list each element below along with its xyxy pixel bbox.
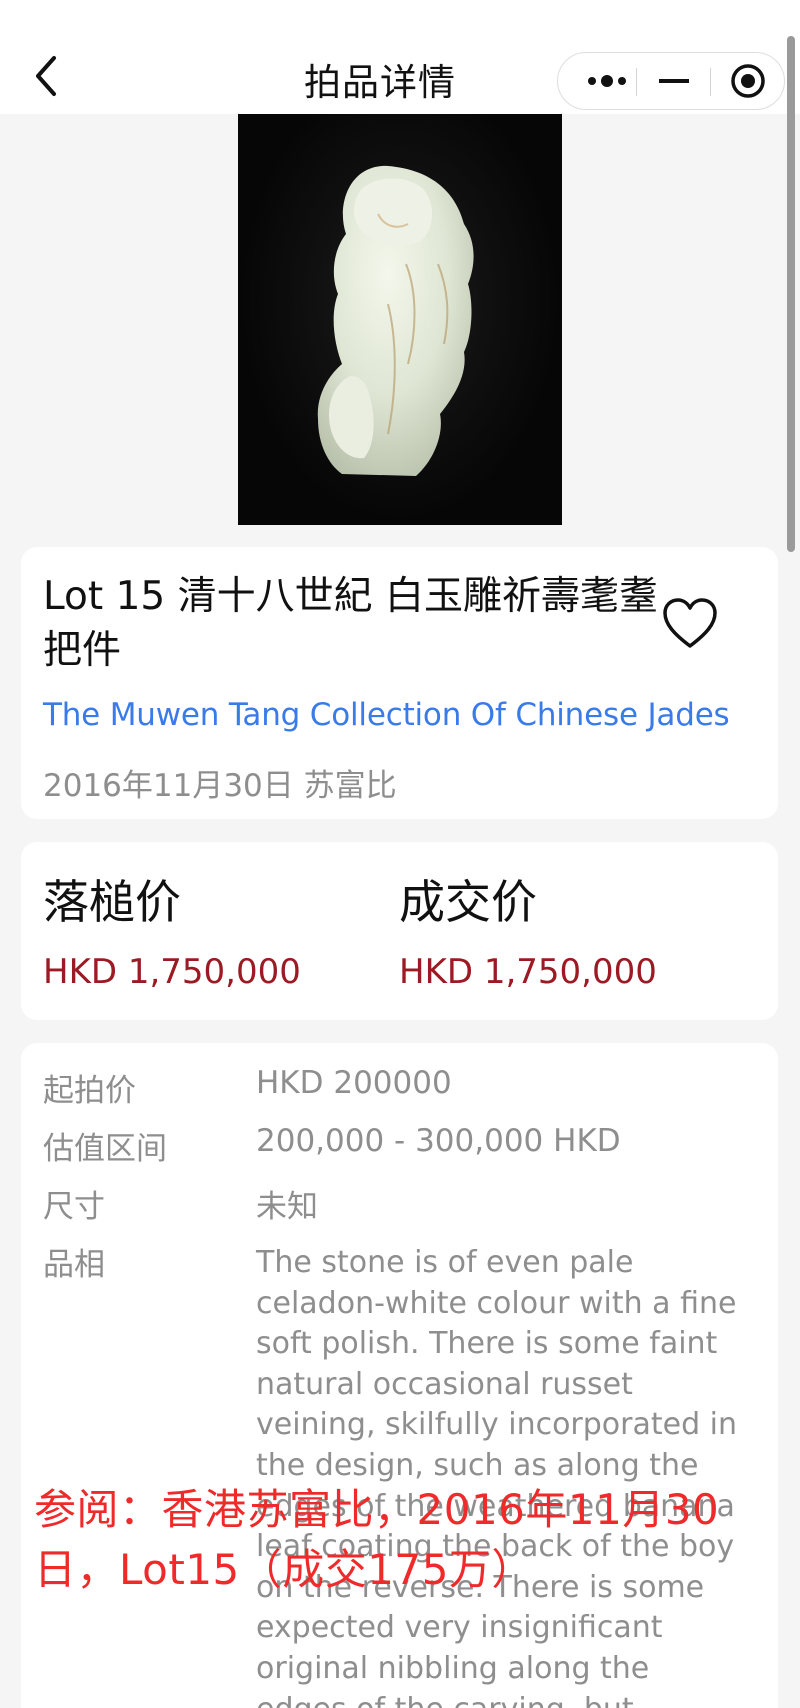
size-value: 未知 bbox=[256, 1189, 318, 1225]
deal-price-value: HKD 1,750,000 bbox=[399, 952, 657, 992]
more-button[interactable] bbox=[576, 53, 638, 109]
close-button[interactable] bbox=[716, 53, 780, 109]
more-dots-icon bbox=[588, 75, 626, 87]
minimize-button[interactable] bbox=[642, 53, 706, 109]
start-price-label: 起拍价 bbox=[43, 1073, 136, 1109]
collection-link[interactable]: The Muwen Tang Collection Of Chinese Jad… bbox=[43, 697, 730, 733]
top-navbar: 拍品详情 bbox=[0, 0, 800, 114]
heart-outline-icon bbox=[663, 598, 717, 648]
start-price-value: HKD 200000 bbox=[256, 1065, 452, 1101]
page: 拍品详情 Lot 15 清十八世紀 白玉雕祈壽耄耋把件 The Muwen Ta… bbox=[0, 0, 800, 1708]
detail-card: 起拍价 HKD 200000 估值区间 200,000 - 300,000 HK… bbox=[21, 1043, 778, 1708]
jade-carving-image bbox=[317, 165, 474, 476]
reference-note-overlay: 参阅：香港苏富比，2016年11月30日，Lot15（成交175万） bbox=[34, 1485, 720, 1594]
hammer-price-label: 落槌价 bbox=[43, 875, 181, 929]
capsule-divider bbox=[636, 68, 637, 96]
mini-program-capsule bbox=[557, 52, 785, 110]
target-close-icon bbox=[731, 64, 765, 98]
sale-date-house: 2016年11月30日 苏富比 bbox=[43, 768, 397, 804]
deal-price-label: 成交价 bbox=[399, 875, 537, 929]
condition-text: The stone is of even pale celadon-white … bbox=[256, 1245, 738, 1708]
scrollbar-thumb[interactable] bbox=[787, 36, 795, 552]
price-card: 落槌价 HKD 1,750,000 成交价 HKD 1,750,000 bbox=[21, 842, 778, 1020]
minimize-icon bbox=[659, 79, 689, 83]
lot-title-card: Lot 15 清十八世紀 白玉雕祈壽耄耋把件 The Muwen Tang Co… bbox=[21, 547, 778, 819]
estimate-label: 估值区间 bbox=[43, 1131, 167, 1167]
capsule-divider bbox=[710, 68, 711, 96]
lot-image[interactable] bbox=[238, 114, 562, 525]
lot-title: Lot 15 清十八世紀 白玉雕祈壽耄耋把件 bbox=[43, 574, 659, 673]
favorite-button[interactable] bbox=[660, 594, 720, 654]
condition-label: 品相 bbox=[43, 1247, 105, 1283]
hammer-price-value: HKD 1,750,000 bbox=[43, 952, 301, 992]
estimate-value: 200,000 - 300,000 HKD bbox=[256, 1123, 621, 1159]
size-label: 尺寸 bbox=[43, 1189, 105, 1225]
